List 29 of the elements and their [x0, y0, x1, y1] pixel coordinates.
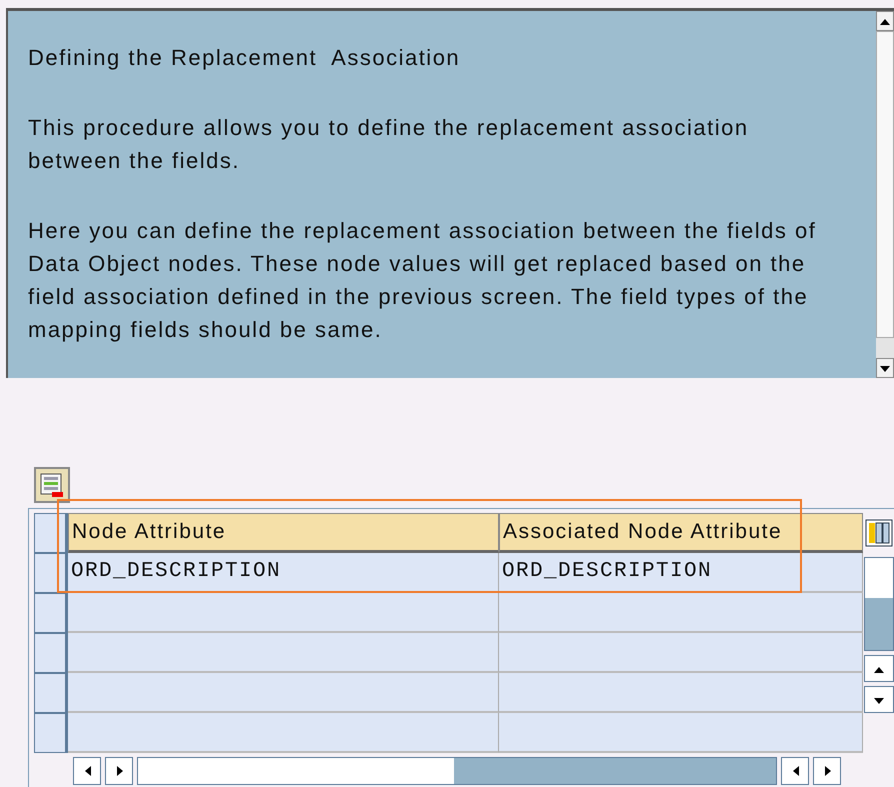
- column-header[interactable]: Associated Node Attribute: [499, 513, 863, 553]
- scroll-left-button[interactable]: [781, 757, 809, 785]
- paragraph: Here you can define the replacement association between the fields of Data Object nodes. These node values will get replaced based on the field association defined in the previous screen. The field types of the mapping fields should be same.: [28, 217, 818, 344]
- scroll-right-button[interactable]: [813, 757, 841, 785]
- scroll-up-button[interactable]: [864, 655, 894, 682]
- details-icon: [40, 473, 64, 497]
- scroll-up-button[interactable]: [876, 11, 894, 31]
- table-cell: ORD_DESCRIPTION: [68, 553, 499, 593]
- select-all-cell[interactable]: [34, 513, 68, 553]
- row-selector[interactable]: [34, 593, 68, 633]
- column-header[interactable]: Node Attribute: [68, 513, 499, 553]
- paragraph: This procedure allows you to define the replacement association between the fields.: [28, 114, 750, 175]
- scroll-left-button[interactable]: [73, 757, 101, 785]
- panel-title: Defining the Replacement Association: [28, 44, 462, 72]
- row-selector[interactable]: [34, 633, 68, 673]
- arrow-right-icon: [822, 766, 832, 776]
- table-cell: ORD_DESCRIPTION: [499, 553, 863, 593]
- row-selector[interactable]: [34, 673, 68, 713]
- scroll-down-button[interactable]: [876, 358, 894, 378]
- horizontal-scrollbar[interactable]: [137, 757, 777, 785]
- row-selector[interactable]: [34, 713, 68, 753]
- arrow-right-icon: [114, 766, 124, 776]
- arrow-down-icon: [880, 363, 890, 373]
- scroll-right-button[interactable]: [105, 757, 133, 785]
- row-selector[interactable]: [34, 553, 68, 593]
- vertical-scrollbar[interactable]: [876, 8, 894, 378]
- scroll-down-button[interactable]: [864, 686, 894, 713]
- table-settings-button[interactable]: [34, 467, 70, 503]
- vertical-scrollbar[interactable]: [864, 557, 894, 652]
